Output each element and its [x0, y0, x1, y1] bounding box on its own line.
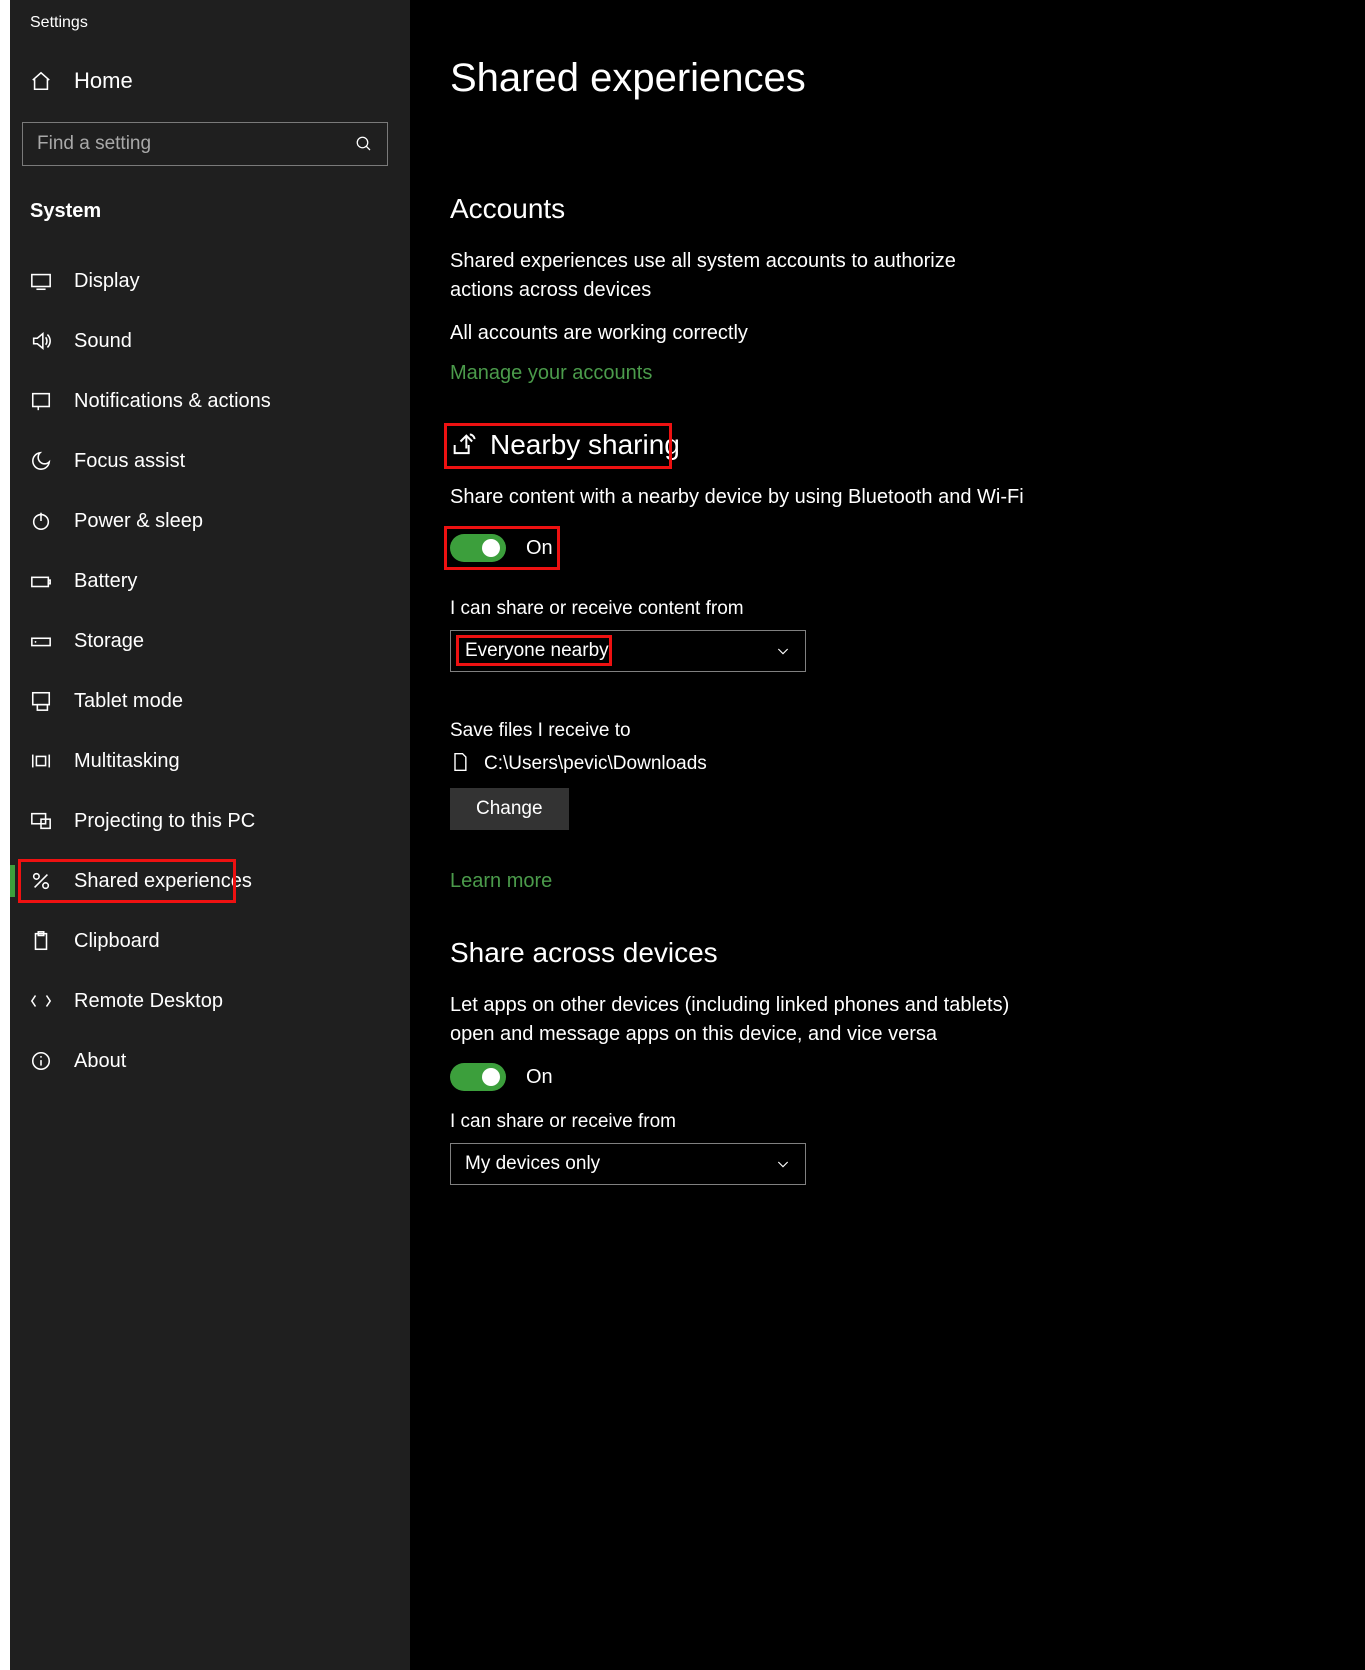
nearby-toggle[interactable] — [450, 534, 506, 562]
manage-accounts-link[interactable]: Manage your accounts — [450, 362, 652, 385]
nearby-toggle-row: On — [450, 534, 553, 562]
window-title: Settings — [0, 0, 410, 46]
across-receive-value: My devices only — [465, 1153, 600, 1175]
storage-icon — [30, 630, 52, 652]
nearby-sharing-title: Nearby sharing — [450, 429, 680, 461]
shared-exp-icon — [30, 870, 52, 892]
sidebar-item-storage[interactable]: Storage — [0, 611, 410, 671]
sidebar-item-sound[interactable]: Sound — [0, 311, 410, 371]
focus-assist-icon — [30, 450, 52, 472]
sidebar-item-focus-assist[interactable]: Focus assist — [0, 431, 410, 491]
sidebar-item-notifications[interactable]: Notifications & actions — [0, 371, 410, 431]
category-label: System — [0, 166, 410, 235]
sidebar-item-shared-experiences[interactable]: Shared experiences — [0, 851, 410, 911]
tablet-icon — [30, 690, 52, 712]
nearby-sharing-title-text: Nearby sharing — [490, 429, 680, 461]
search-input[interactable] — [23, 123, 387, 165]
sidebar-item-label: Projecting to this PC — [74, 810, 255, 833]
page-title: Shared experiences — [450, 56, 1365, 101]
file-icon — [450, 752, 470, 776]
battery-icon — [30, 570, 52, 592]
across-toggle[interactable] — [450, 1063, 506, 1091]
remote-desktop-icon — [30, 990, 52, 1012]
home-icon — [30, 70, 52, 92]
sidebar-item-label: Tablet mode — [74, 690, 183, 713]
share-across-desc: Let apps on other devices (including lin… — [450, 991, 1010, 1049]
chevron-down-icon — [775, 1156, 791, 1172]
sidebar-item-remote-desktop[interactable]: Remote Desktop — [0, 971, 410, 1031]
sidebar-item-label: Battery — [74, 570, 137, 593]
across-receive-label: I can share or receive from — [450, 1111, 1365, 1133]
sidebar-item-label: Storage — [74, 630, 144, 653]
share-across-title: Share across devices — [450, 937, 1365, 969]
across-toggle-row: On — [450, 1063, 1365, 1091]
sidebar-item-label: Shared experiences — [74, 870, 252, 893]
main-content: Shared experiences Accounts Shared exper… — [410, 0, 1365, 1670]
display-icon — [30, 270, 52, 292]
nearby-desc: Share content with a nearby device by us… — [450, 483, 1365, 512]
receive-from-dropdown[interactable]: Everyone nearby — [450, 630, 806, 672]
save-path-row: C:\Users\pevic\Downloads — [450, 752, 1365, 776]
search-field[interactable] — [22, 122, 388, 166]
sidebar-item-label: Power & sleep — [74, 510, 203, 533]
save-path: C:\Users\pevic\Downloads — [484, 753, 707, 775]
notifications-icon — [30, 390, 52, 412]
search-icon — [355, 135, 373, 153]
share-icon — [450, 431, 478, 459]
sidebar-item-clipboard[interactable]: Clipboard — [0, 911, 410, 971]
receive-from-label: I can share or receive content from — [450, 598, 1365, 620]
sidebar-item-label: Sound — [74, 330, 132, 353]
sidebar: Settings Home System Display Sound Notif… — [0, 0, 410, 1670]
across-receive-dropdown[interactable]: My devices only — [450, 1143, 806, 1185]
sidebar-item-about[interactable]: About — [0, 1031, 410, 1091]
sidebar-item-battery[interactable]: Battery — [0, 551, 410, 611]
about-icon — [30, 1050, 52, 1072]
sidebar-item-label: Clipboard — [74, 930, 160, 953]
nearby-toggle-label: On — [526, 537, 553, 560]
sidebar-item-multitasking[interactable]: Multitasking — [0, 731, 410, 791]
sidebar-item-projecting[interactable]: Projecting to this PC — [0, 791, 410, 851]
nav-list: Display Sound Notifications & actions Fo… — [0, 251, 410, 1091]
learn-more-link[interactable]: Learn more — [450, 870, 552, 893]
sidebar-item-label: Display — [74, 270, 140, 293]
home-label: Home — [74, 68, 133, 94]
chevron-down-icon — [775, 643, 791, 659]
save-files-label: Save files I receive to — [450, 720, 1365, 742]
sidebar-item-label: Focus assist — [74, 450, 185, 473]
sidebar-item-label: Remote Desktop — [74, 990, 223, 1013]
projecting-icon — [30, 810, 52, 832]
accounts-title: Accounts — [450, 193, 1365, 225]
accounts-desc: Shared experiences use all system accoun… — [450, 247, 1010, 305]
across-toggle-label: On — [526, 1066, 553, 1089]
home-button[interactable]: Home — [0, 46, 410, 116]
sound-icon — [30, 330, 52, 352]
clipboard-icon — [30, 930, 52, 952]
sidebar-item-power[interactable]: Power & sleep — [0, 491, 410, 551]
sidebar-item-label: Multitasking — [74, 750, 180, 773]
sidebar-item-label: Notifications & actions — [74, 390, 271, 413]
power-icon — [30, 510, 52, 532]
receive-from-value: Everyone nearby — [465, 640, 609, 662]
sidebar-item-label: About — [74, 1050, 126, 1073]
accounts-status: All accounts are working correctly — [450, 319, 1010, 348]
sidebar-item-tablet[interactable]: Tablet mode — [0, 671, 410, 731]
change-button[interactable]: Change — [450, 788, 569, 830]
sidebar-item-display[interactable]: Display — [0, 251, 410, 311]
multitasking-icon — [30, 750, 52, 772]
